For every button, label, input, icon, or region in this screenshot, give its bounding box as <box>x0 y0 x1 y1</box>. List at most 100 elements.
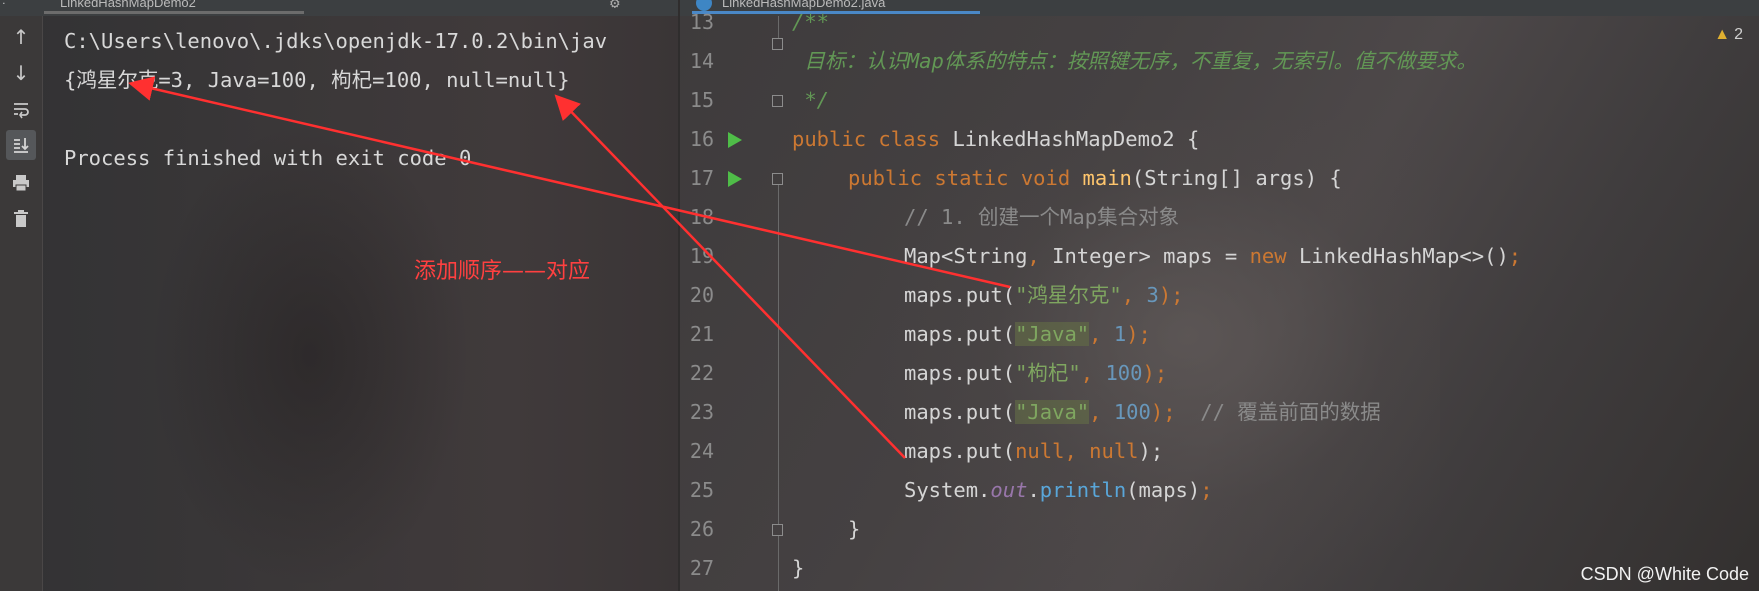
tab-menu-icon[interactable]: : <box>2 0 6 7</box>
doc-comment-text: 目标：认识Map体系的特点：按照键无序，不重复，无索引。值不做要求。 <box>792 49 1477 73</box>
line-number: 18 <box>689 205 714 229</box>
code-line-27: } <box>792 549 804 588</box>
console-map-output: {鸿星尔克=3, Java=100, 枸杞=100, null=null} <box>64 68 570 92</box>
code-line-25: System.out.println(maps); <box>904 471 1213 510</box>
line-number: 17 <box>689 166 714 190</box>
scroll-to-end-icon[interactable] <box>6 130 36 160</box>
method-params: (String[] args) { <box>1131 166 1342 190</box>
keyword: class <box>878 127 941 151</box>
string-literal: "鸿星尔克" <box>1015 283 1122 307</box>
number-literal: 1 <box>1113 322 1127 346</box>
code-token: . <box>1027 478 1040 502</box>
fold-marker[interactable] <box>772 524 783 536</box>
code-line-17: public static void main(String[] args) { <box>848 159 1342 198</box>
line-number: 16 <box>689 127 714 151</box>
keyword: null <box>1089 439 1139 463</box>
line-number: 25 <box>689 478 714 502</box>
code-token: , <box>1064 439 1090 463</box>
code-line-15: */ <box>792 81 829 120</box>
code-line-20: maps.put("鸿星尔克", 3); <box>904 276 1184 315</box>
line-number: 19 <box>689 244 714 268</box>
print-icon[interactable] <box>6 168 36 198</box>
soft-wrap-icon[interactable] <box>6 94 36 124</box>
keyword: public <box>792 127 867 151</box>
code-area[interactable]: /** 目标：认识Map体系的特点：按照键无序，不重复，无索引。值不做要求。 *… <box>792 0 1521 580</box>
code-token: maps.put( <box>904 361 1016 385</box>
editor-gutter: 13 14 15 16 17 18 19 20 21 22 23 24 25 2… <box>680 10 783 591</box>
keyword: static <box>934 166 1009 190</box>
fold-marker[interactable] <box>772 95 783 107</box>
keyword: null <box>1015 439 1065 463</box>
method-name: main <box>1082 166 1132 190</box>
code-token: Map<String <box>904 244 1028 268</box>
line-number: 22 <box>689 361 714 385</box>
console-output: C:\Users\lenovo\.jdks\openjdk-17.0.2\bin… <box>64 22 607 178</box>
line-number: 21 <box>689 322 714 346</box>
code-token: , <box>1089 400 1114 424</box>
line-comment: // 1. 创建一个Map集合对象 <box>904 205 1180 229</box>
line-number: 15 <box>689 88 714 112</box>
doc-comment-close: */ <box>792 88 830 112</box>
code-token: ; <box>1200 478 1213 502</box>
annotation-text: 添加顺序——对应 <box>414 259 591 284</box>
gear-icon[interactable]: ⚙ <box>610 0 620 12</box>
code-line-22: maps.put("枸杞", 100); <box>904 354 1167 393</box>
code-token: (maps) <box>1126 478 1201 502</box>
line-number: 26 <box>689 517 714 541</box>
code-token: maps.put( <box>904 439 1016 463</box>
line-number: 27 <box>689 556 714 580</box>
code-line-21: maps.put("Java", 1); <box>904 315 1151 354</box>
code-token: ); <box>1126 322 1151 346</box>
run-tab[interactable]: LinkedHashMapDemo2 <box>44 0 304 14</box>
fold-guide <box>778 536 779 591</box>
fold-marker[interactable] <box>772 38 783 50</box>
code-line-14: 目标：认识Map体系的特点：按照键无序，不重复，无索引。值不做要求。 <box>792 42 1477 81</box>
code-editor[interactable]: LinkedHashMapDemo2.java ▲ 2 13 14 15 16 1… <box>680 0 1759 591</box>
class-declaration: LinkedHashMapDemo2 { <box>940 127 1200 151</box>
fold-guide <box>778 16 779 38</box>
watermark: CSDN @White Code <box>1580 564 1749 584</box>
string-literal-highlighted: "Java" <box>1015 400 1090 424</box>
warning-icon: ▲ <box>1714 26 1731 43</box>
code-line-16: public class LinkedHashMapDemo2 { <box>792 120 1199 159</box>
warning-indicator[interactable]: ▲ 2 <box>1714 26 1743 44</box>
keyword: new <box>1249 244 1287 268</box>
code-token: LinkedHashMap<>() <box>1286 244 1509 268</box>
editor-tab-strip: LinkedHashMapDemo2.java <box>680 0 1759 16</box>
fold-marker[interactable] <box>772 173 783 185</box>
run-panel: : LinkedHashMapDemo2 ⚙ ↑ ↓ C:\Users\leno… <box>0 0 680 591</box>
method-call: println <box>1039 478 1127 502</box>
code-token: ); <box>1158 283 1184 307</box>
run-main-icon[interactable] <box>728 171 742 187</box>
trash-icon[interactable] <box>6 204 36 234</box>
code-token: ); <box>1150 400 1176 424</box>
line-number: 13 <box>689 10 714 34</box>
code-token: ); <box>1138 439 1164 463</box>
code-token: , <box>1027 244 1040 268</box>
number-literal: 100 <box>1105 361 1143 385</box>
code-token: , <box>1089 322 1114 346</box>
arrow-up-icon[interactable]: ↑ <box>6 22 36 52</box>
run-class-icon[interactable] <box>728 132 742 148</box>
static-field: out <box>990 478 1028 502</box>
string-literal: "枸杞" <box>1015 361 1081 385</box>
code-token: ); <box>1142 361 1168 385</box>
line-number: 20 <box>689 283 714 307</box>
code-line-19: Map<String, Integer> maps = new LinkedHa… <box>904 237 1521 276</box>
console-command-line: C:\Users\lenovo\.jdks\openjdk-17.0.2\bin… <box>64 29 608 53</box>
keyword: public <box>848 166 923 190</box>
panel-splitter[interactable] <box>678 0 680 591</box>
keyword: void <box>1020 166 1071 190</box>
arrow-down-icon[interactable]: ↓ <box>6 58 36 88</box>
code-line-18: // 1. 创建一个Map集合对象 <box>904 198 1179 237</box>
console-empty-line <box>64 100 607 139</box>
number-literal: 100 <box>1113 400 1151 424</box>
warning-count: 2 <box>1734 26 1743 43</box>
number-literal: 3 <box>1146 283 1159 307</box>
closing-brace: } <box>848 517 861 541</box>
console-exit-line: Process finished with exit code 0 <box>64 146 472 170</box>
string-literal-highlighted: "Java" <box>1015 322 1090 346</box>
code-token: maps.put( <box>904 322 1016 346</box>
closing-brace: } <box>792 556 805 580</box>
line-number: 24 <box>689 439 714 463</box>
